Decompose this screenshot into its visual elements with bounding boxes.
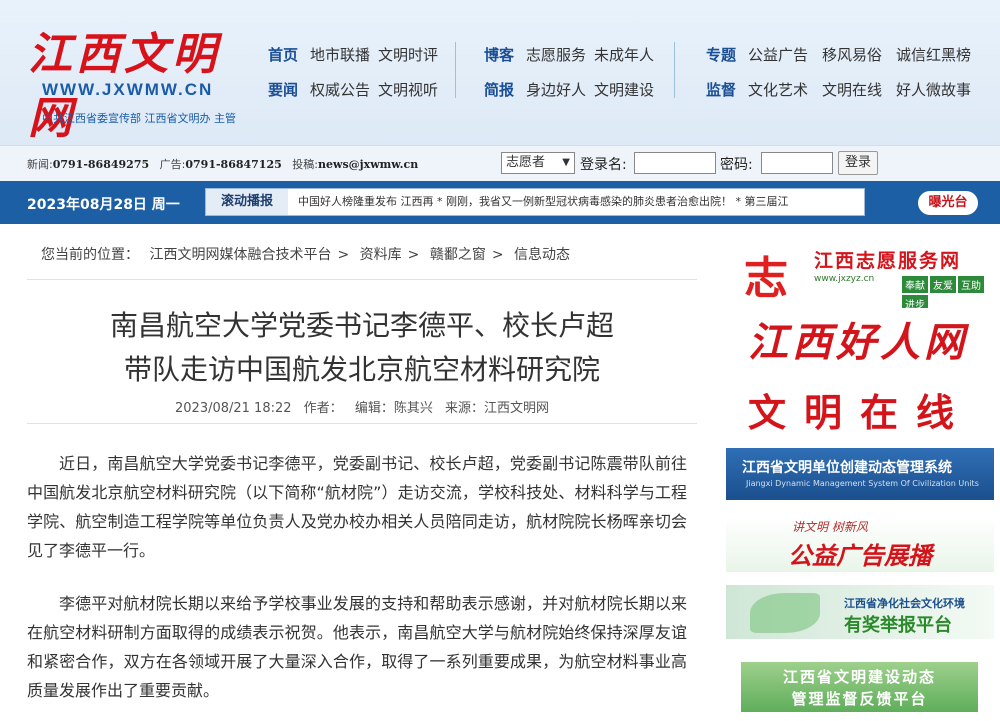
dynamic-management-title: 江西省文明单位创建动态管理系统 [742,460,952,476]
article-paragraph: 近日，南昌航空大学党委书记李德平，党委副书记、校长卢超，党委副书记陈震带队前往中… [27,454,687,560]
ticker-text[interactable]: 中国好人榜隆重发布 江西再 * 刚刚，我省又一例新型冠状病毒感染的肺炎患者治愈出… [298,189,858,215]
login-bar: 新闻:0791-86849275 广告:0791-86847125 投稿:new… [0,145,1000,181]
nav-divider [455,42,456,98]
nav-blog[interactable]: 博客 [484,46,514,64]
nav-row-news: 要闻 权威公告 文明视听 [268,79,446,100]
nav-customs[interactable]: 移风易俗 [822,46,882,64]
article-body: 近日，南昌航空大学党委书记李德平，党委副书记、校长卢超，党委副书记陈震带队前往中… [27,423,697,700]
logo-subtitle: 中共江西省委宣传部 江西省文明办 主管 [42,112,236,125]
role-select[interactable]: 志愿者 ▼ [501,152,575,174]
nav-brief[interactable]: 简报 [484,81,514,99]
report-platform-subtitle: 江西省净化社会文化环境 [844,597,965,610]
news-phone-label: 新闻: [27,158,53,171]
login-button[interactable]: 登录 [838,151,878,175]
current-date: 2023年08月28日 周一 [27,197,180,213]
volunteer-url: www.jxzyz.cn [814,274,875,284]
site-header: 江西文明网 WWW.JXWMW.CN 中共江西省委宣传部 江西省文明办 主管 首… [0,0,1000,145]
nav-public-ads[interactable]: 公益广告 [748,46,808,64]
volunteer-banner[interactable]: 志 江西志愿服务网 www.jxzyz.cn 奉献 友爱 互助进步 [726,240,994,312]
volunteer-tag: 互助 [958,276,984,293]
nav-civil-online[interactable]: 文明在线 [822,81,882,99]
nav-row-home: 首页 地市联播 文明时评 [268,44,446,65]
nav-supervise[interactable]: 监督 [706,81,736,99]
breadcrumb-item[interactable]: 江西文明网媒体融合技术平台 [149,247,331,263]
civilization-online-title: 文明在线 [748,391,973,435]
civilization-online-banner[interactable]: 文明在线 [726,378,994,438]
article-datetime: 2023/08/21 18:22 [175,401,292,416]
login-name-input[interactable] [634,152,716,174]
dynamic-management-subtitle: Jiangxi Dynamic Management System Of Civ… [746,479,979,488]
breadcrumb-item[interactable]: 赣鄱之窗 [430,247,486,263]
nav-news[interactable]: 要闻 [268,81,298,99]
nav-good-people-stories[interactable]: 好人微故事 [896,81,971,99]
report-platform-title: 有奖举报平台 [844,615,952,636]
volunteer-tags: 奉献 友爱 互助进步 [902,274,994,312]
login-name-label: 登录名: [580,157,627,173]
breadcrumb-separator: > [491,247,504,263]
article-meta: 2023/08/21 18:22 作者： 编辑：陈其兴 来源：江西文明网 [27,397,697,416]
article-editor: 编辑：陈其兴 [354,401,433,416]
article-author: 作者： [303,401,343,416]
logo-url: WWW.JXWMW.CN [42,80,214,99]
breadcrumb-label: 您当前的位置： [41,247,139,263]
volunteer-logo-icon: 志 [744,253,788,304]
article-paragraph: 李德平对航材院长期以来给予学校事业发展的支持和帮助表示感谢，并对航材院长期以来在… [27,594,687,700]
date-bar: 2023年08月28日 周一 滚动播报 中国好人榜隆重发布 江西再 * 刚刚，我… [0,181,1000,224]
volunteer-tag: 友爱 [930,276,956,293]
nav-culture-art[interactable]: 文化艺术 [748,81,808,99]
feedback-platform-line1: 江西省文明建设动态 [782,668,936,686]
nav-good-people[interactable]: 身边好人 [526,81,586,99]
role-select-value: 志愿者 [506,155,546,170]
nav-home[interactable]: 首页 [268,46,298,64]
ad-phone: 0791-86847125 [185,158,282,171]
good-people-banner[interactable]: 江西好人网 [726,308,994,368]
article-source: 来源：江西文明网 [444,401,549,416]
breadcrumb-separator: > [337,247,350,263]
public-ad-title: 公益广告展播 [788,542,932,570]
news-ticker: 滚动播报 中国好人榜隆重发布 江西再 * 刚刚，我省又一例新型冠状病毒感染的肺炎… [205,188,865,216]
feedback-platform-banner[interactable]: 江西省文明建设动态 管理监督反馈平台 [741,662,978,712]
public-ad-banner[interactable]: 讲文明 树新风 公益广告展播 [726,516,994,572]
submission-email[interactable]: news@jxwmw.cn [318,158,418,171]
article-title: 南昌航空大学党委书记李德平、校长卢超 带队走访中国航发北京航空材料研究院 [27,304,697,392]
nav-city-broadcast[interactable]: 地市联播 [310,46,370,64]
volunteer-tag: 奉献 [902,276,928,293]
breadcrumb-separator: > [407,247,420,263]
nav-civil-commentary[interactable]: 文明时评 [378,46,438,64]
feedback-platform-line2: 管理监督反馈平台 [791,690,928,708]
nav-row-brief: 简报 身边好人 文明建设 [484,79,662,100]
dynamic-management-banner[interactable]: 江西省文明单位创建动态管理系统 Jiangxi Dynamic Manageme… [726,448,994,500]
report-platform-banner[interactable]: 江西省净化社会文化环境 有奖举报平台 [726,585,994,639]
contact-info: 新闻:0791-86849275 广告:0791-86847125 投稿:new… [27,156,418,172]
breadcrumb-item[interactable]: 资料库 [360,247,402,263]
site-logo[interactable]: 江西文明网 WWW.JXWMW.CN 中共江西省委宣传部 江西省文明办 主管 [28,18,248,144]
nav-topics[interactable]: 专题 [706,46,736,64]
article-title-line2: 带队走访中国航发北京航空材料研究院 [123,353,600,386]
nav-civil-video[interactable]: 文明视听 [378,81,438,99]
volunteer-title: 江西志愿服务网 [814,250,962,272]
ad-phone-label: 广告: [159,158,186,171]
nav-divider [674,42,675,98]
password-input[interactable] [761,152,833,174]
ticker-tag: 滚动播报 [206,189,288,215]
expose-button[interactable]: 曝光台 [918,191,978,215]
leaf-icon [750,593,820,633]
good-people-title: 江西好人网 [748,319,968,366]
nav-civil-construction[interactable]: 文明建设 [594,81,654,99]
breadcrumb: 您当前的位置： 江西文明网媒体融合技术平台 > 资料库 > 赣鄱之窗 > 信息动态 [27,244,697,280]
nav-row-blog: 博客 志愿服务 未成年人 [484,44,662,65]
nav-minors[interactable]: 未成年人 [594,46,654,64]
email-label: 投稿: [292,158,318,171]
chevron-down-icon: ▼ [562,157,570,168]
breadcrumb-item[interactable]: 信息动态 [514,247,570,263]
article-title-line1: 南昌航空大学党委书记李德平、校长卢超 [109,309,614,342]
public-ad-subtitle: 讲文明 树新风 [792,520,868,534]
password-label: 密码: [720,157,753,173]
nav-row-supervise: 监督 文化艺术 文明在线 好人微故事 [706,79,979,100]
news-phone: 0791-86849275 [52,158,150,171]
nav-row-topics: 专题 公益广告 移风易俗 诚信红黑榜 [706,44,979,65]
nav-announcements[interactable]: 权威公告 [310,81,370,99]
nav-volunteer[interactable]: 志愿服务 [526,46,586,64]
nav-integrity-list[interactable]: 诚信红黑榜 [896,46,971,64]
